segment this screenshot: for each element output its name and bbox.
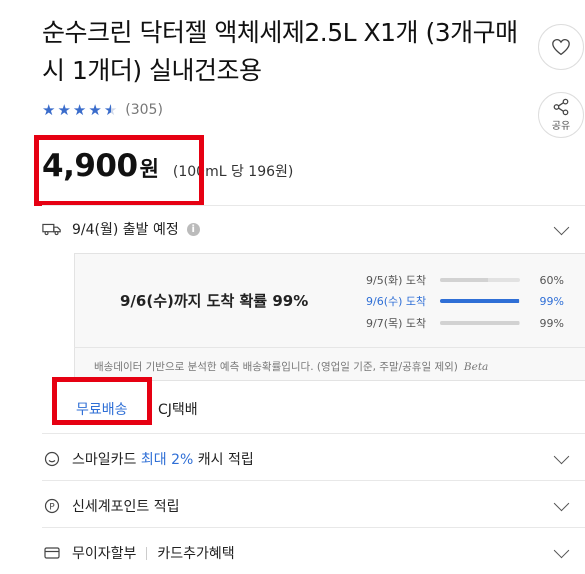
shipping-depart-row[interactable]: 9/4(월) 출발 예정 i (42, 219, 200, 239)
smilecard-benefit-row[interactable]: 스마일카드 최대 2% 캐시 적립 (42, 449, 254, 469)
svg-text:P: P (49, 503, 55, 513)
heart-icon (552, 38, 570, 56)
divider (42, 433, 585, 434)
probability-label: 9/7(목) 도착 (366, 317, 427, 330)
probability-fill (440, 299, 520, 303)
installment-row[interactable]: 무이자할부 카드추가혜택 (42, 543, 235, 563)
point-icon: P (42, 498, 62, 514)
probability-fill (440, 321, 520, 325)
share-label: 공유 (551, 121, 571, 132)
probability-row: 9/6(수) 도착 99% (366, 293, 564, 309)
probability-label: 9/5(화) 도착 (366, 274, 427, 287)
chevron-down-icon[interactable] (553, 448, 570, 465)
star-icon: ★ (72, 101, 87, 119)
arrival-probability-text: 9/6(수)까지 도착 확률 99% (120, 292, 309, 310)
chevron-down-icon[interactable] (553, 219, 570, 236)
star-icon: ★ (57, 101, 71, 119)
price-highlight-box (34, 135, 204, 206)
shinsegae-label: 신세계포인트 적립 (72, 499, 180, 515)
divider (42, 205, 585, 206)
divider (42, 527, 585, 528)
share-button[interactable]: 공유 (538, 92, 584, 138)
probability-percent: 60% (539, 273, 564, 287)
card-icon (42, 546, 62, 560)
smilecard-prefix: 스마일카드 (72, 452, 137, 468)
star-icon: ★ (88, 101, 102, 119)
probability-percent: 99% (539, 316, 564, 330)
carrier-name: CJ택배 (158, 402, 198, 418)
smile-icon (42, 451, 62, 467)
prediction-note: 배송데이터 기반으로 분석한 예측 배송확률입니다. (영업일 기준, 주말/공… (94, 359, 488, 374)
probability-fill (440, 278, 488, 282)
smilecard-highlight: 최대 2% (140, 452, 194, 468)
smilecard-suffix: 캐시 적립 (197, 452, 254, 468)
chevron-down-icon[interactable] (553, 495, 570, 512)
probability-label: 9/6(수) 도착 (366, 295, 427, 308)
probability-bar (440, 321, 520, 325)
probability-row: 9/5(화) 도착 60% (366, 272, 564, 288)
wishlist-button[interactable] (538, 24, 584, 70)
info-icon[interactable]: i (186, 222, 200, 236)
card-benefit-label: 카드추가혜택 (157, 546, 235, 562)
share-icon (553, 98, 569, 116)
free-shipping-highlight-box (52, 377, 152, 425)
probability-row: 9/7(목) 도착 99% (366, 315, 564, 331)
truck-icon (42, 222, 62, 236)
product-title: 순수크린 닥터젤 액체세제2.5L X1개 (3개구매시 1개더) 실내건조용 (42, 18, 518, 85)
divider (74, 347, 585, 348)
shinsegae-point-row[interactable]: P 신세계포인트 적립 (42, 496, 180, 516)
star-icon: ★ (42, 101, 56, 119)
chevron-down-icon[interactable] (553, 542, 570, 559)
installment-label: 무이자할부 (72, 546, 137, 562)
divider (42, 480, 585, 481)
rating[interactable]: ★ ★ ★ ★ ★ (305) (42, 101, 163, 119)
probability-percent: 99% (539, 294, 564, 308)
probability-bar (440, 278, 520, 282)
separator (146, 546, 148, 560)
half-star-icon: ★ (103, 101, 118, 119)
prediction-note-text: 배송데이터 기반으로 분석한 예측 배송확률입니다. (영업일 기준, 주말/공… (94, 361, 458, 373)
review-count: (305) (125, 102, 163, 118)
depart-text: 9/4(월) 출발 예정 (72, 222, 179, 238)
probability-bar (440, 299, 520, 303)
beta-badge: Beta (463, 361, 489, 373)
